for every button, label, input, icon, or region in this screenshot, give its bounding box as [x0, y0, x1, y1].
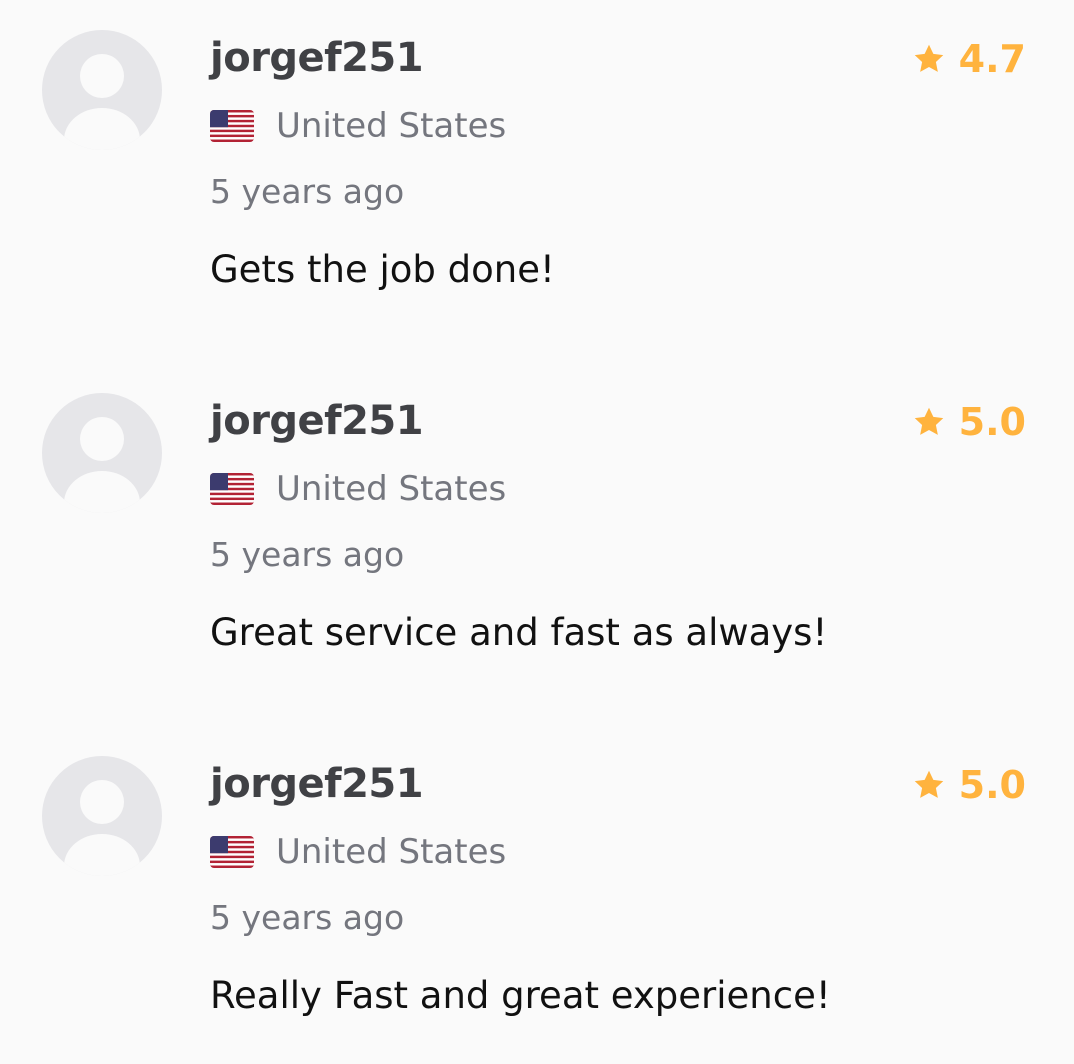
star-icon	[911, 767, 947, 803]
review-item: jorgef251 United States 5 years ago Real…	[0, 726, 1074, 1056]
review-comment: Really Fast and great experience!	[210, 974, 831, 1017]
reviewer-username[interactable]: jorgef251	[210, 760, 424, 808]
reviewer-country-row: United States	[210, 467, 506, 511]
star-icon	[911, 41, 947, 77]
reviewer-country: United States	[276, 106, 507, 146]
rating-value: 4.7	[958, 37, 1026, 81]
rating-value: 5.0	[958, 763, 1026, 807]
reviewer-username[interactable]: jorgef251	[210, 397, 424, 445]
user-avatar-icon[interactable]	[42, 756, 162, 876]
user-avatar-icon[interactable]	[42, 393, 162, 513]
us-flag-icon	[210, 473, 254, 505]
us-flag-icon	[210, 836, 254, 868]
review-timestamp: 5 years ago	[210, 535, 405, 574]
star-icon	[911, 404, 947, 440]
reviewer-country-row: United States	[210, 830, 506, 874]
review-rating: 4.7	[911, 35, 1026, 83]
us-flag-icon	[210, 110, 254, 142]
reviewer-country-row: United States	[210, 104, 506, 148]
rating-value: 5.0	[958, 400, 1026, 444]
review-comment: Gets the job done!	[210, 248, 555, 291]
review-item: jorgef251 United States 5 years ago Grea…	[0, 363, 1074, 693]
review-timestamp: 5 years ago	[210, 898, 405, 937]
review-timestamp: 5 years ago	[210, 172, 405, 211]
review-rating: 5.0	[911, 761, 1026, 809]
reviewer-country: United States	[276, 832, 507, 872]
reviewer-username[interactable]: jorgef251	[210, 34, 424, 82]
reviewer-country: United States	[276, 469, 507, 509]
review-comment: Great service and fast as always!	[210, 611, 828, 654]
review-rating: 5.0	[911, 398, 1026, 446]
user-avatar-icon[interactable]	[42, 30, 162, 150]
review-item: jorgef251 United States 5 years ago Gets…	[0, 0, 1074, 330]
